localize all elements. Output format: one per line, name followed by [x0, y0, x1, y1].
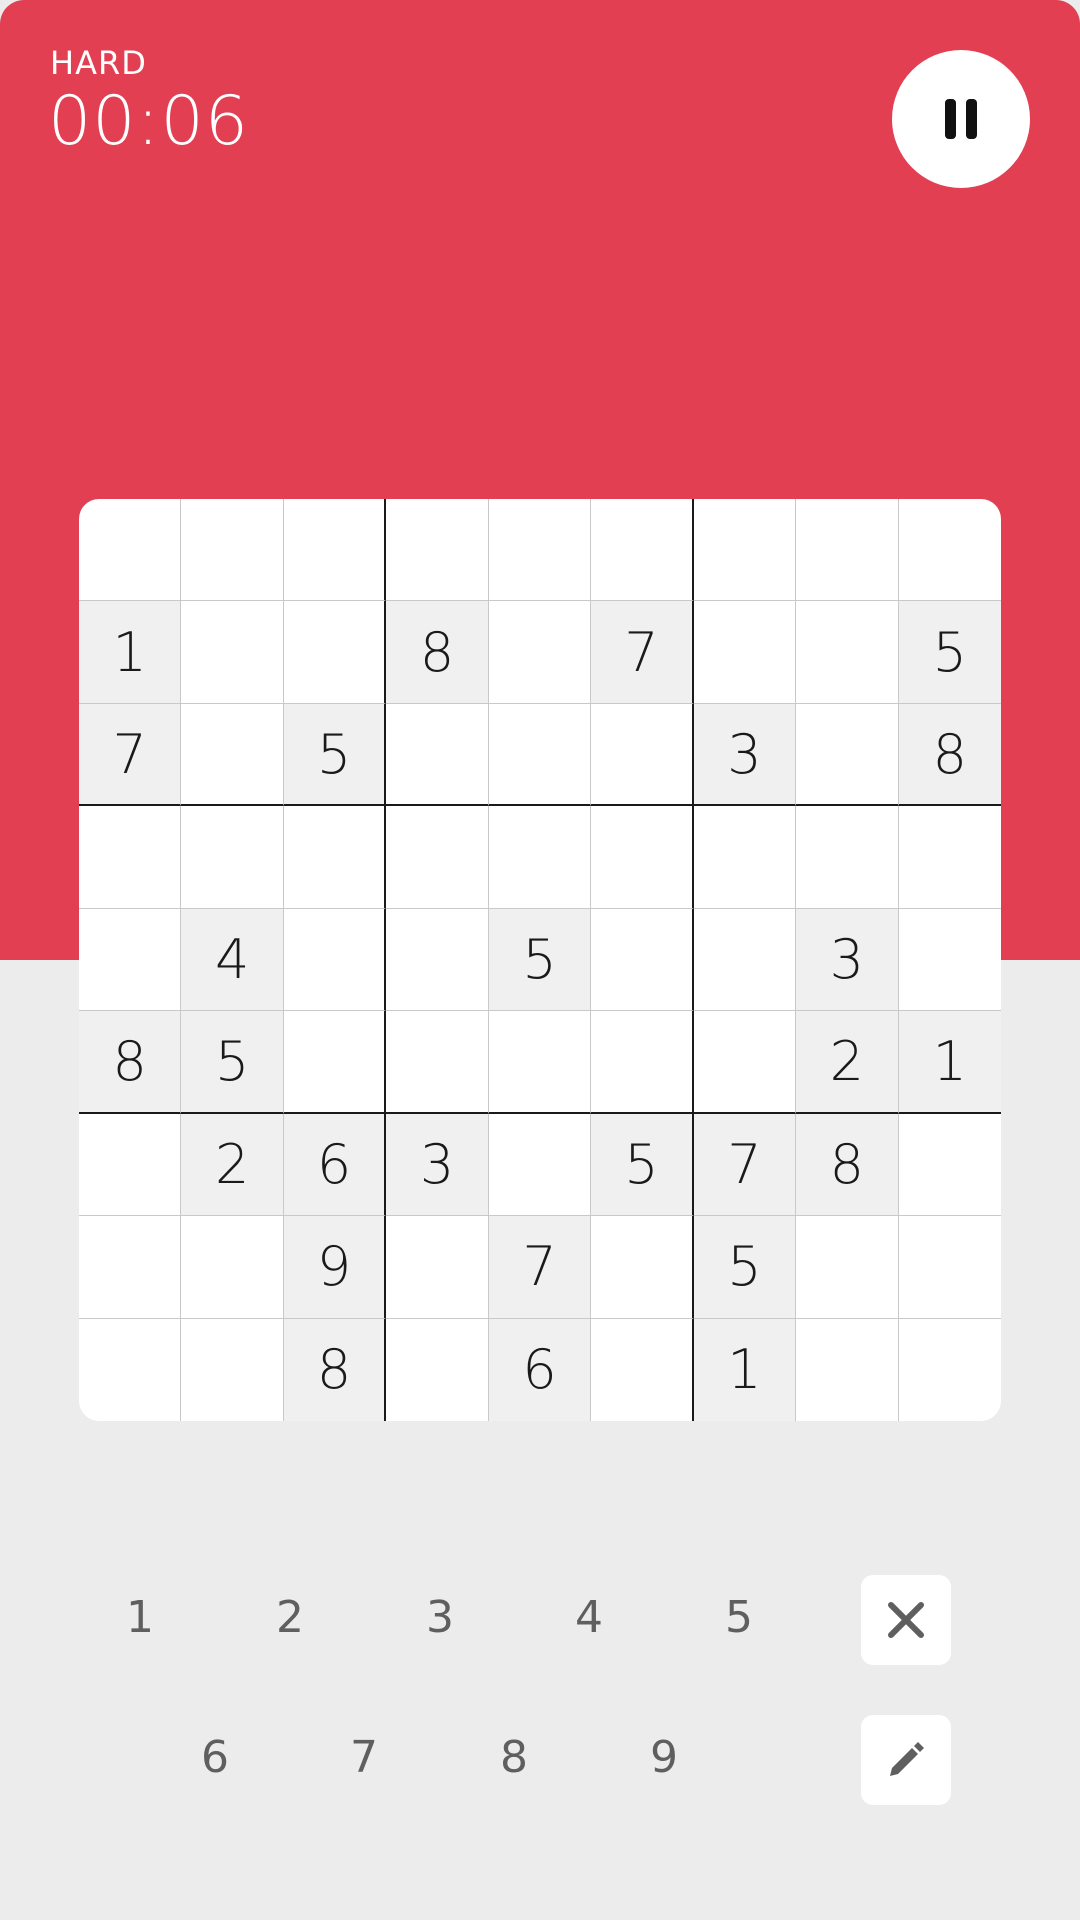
board-cell-r5c5[interactable]: 5	[488, 908, 592, 1012]
board-cell-r7c3[interactable]: 6	[283, 1113, 387, 1217]
difficulty-label: HARD	[50, 44, 147, 82]
board-cell-r9c7[interactable]: 1	[693, 1318, 797, 1421]
board-cell-r1c1[interactable]	[79, 499, 182, 602]
board-cell-r1c3[interactable]	[283, 499, 387, 602]
board-cell-r2c6[interactable]: 7	[591, 601, 694, 704]
board-cell-r5c4[interactable]	[386, 908, 489, 1012]
board-cell-r2c2[interactable]	[181, 601, 284, 704]
pencil-icon	[890, 1742, 924, 1776]
sudoku-board: 187575384538521263578975861	[79, 499, 1001, 1421]
numpad-key-5[interactable]: 5	[694, 1572, 784, 1662]
close-icon	[888, 1602, 924, 1638]
board-cell-r2c4[interactable]: 8	[386, 601, 489, 704]
board-cell-r5c8[interactable]: 3	[796, 908, 899, 1012]
pause-icon	[940, 99, 982, 139]
board-cell-r6c4[interactable]	[386, 1011, 489, 1114]
board-cell-r1c2[interactable]	[181, 499, 284, 602]
numpad-key-4[interactable]: 4	[544, 1572, 634, 1662]
board-cell-r5c1[interactable]	[79, 908, 182, 1012]
board-cell-r7c6[interactable]: 5	[591, 1113, 694, 1217]
numpad-key-1[interactable]: 1	[95, 1572, 185, 1662]
board-cell-r9c6[interactable]	[591, 1318, 694, 1421]
board-cell-r4c5[interactable]	[488, 806, 592, 909]
board-cell-r2c8[interactable]	[796, 601, 899, 704]
board-cell-r6c9[interactable]: 1	[898, 1011, 1001, 1114]
board-cell-r8c6[interactable]	[591, 1216, 694, 1319]
notes-button[interactable]	[861, 1715, 951, 1805]
board-cell-r8c8[interactable]	[796, 1216, 899, 1319]
board-cell-r2c9[interactable]: 5	[898, 601, 1001, 704]
board-cell-r4c9[interactable]	[898, 806, 1001, 909]
board-cell-r5c9[interactable]	[898, 909, 1001, 1012]
board-cell-r1c5[interactable]	[488, 499, 592, 602]
board-cell-r3c1[interactable]: 7	[79, 703, 182, 807]
numpad-key-7[interactable]: 7	[319, 1712, 409, 1802]
board-cell-r3c5[interactable]	[488, 703, 592, 807]
numpad-key-3[interactable]: 3	[395, 1572, 485, 1662]
board-cell-r3c3[interactable]: 5	[283, 703, 387, 807]
board-cell-r1c4[interactable]	[386, 499, 489, 602]
board-cell-r4c6[interactable]	[591, 806, 694, 909]
board-cell-r1c7[interactable]	[693, 499, 797, 602]
numpad-key-9[interactable]: 9	[619, 1712, 709, 1802]
board-cell-r2c1[interactable]: 1	[79, 601, 182, 704]
board-cell-r6c5[interactable]	[488, 1011, 592, 1114]
board-cell-r7c2[interactable]: 2	[181, 1113, 284, 1217]
board-cell-r4c8[interactable]	[796, 806, 899, 909]
game-timer: 00:06	[48, 82, 249, 161]
board-cell-r3c9[interactable]: 8	[898, 703, 1001, 807]
board-cell-r3c4[interactable]	[386, 703, 489, 807]
board-cell-r9c5[interactable]: 6	[488, 1318, 592, 1421]
numpad-key-8[interactable]: 8	[469, 1712, 559, 1802]
board-cell-r6c8[interactable]: 2	[796, 1011, 899, 1114]
board-cell-r9c3[interactable]: 8	[283, 1318, 387, 1421]
board-cell-r8c2[interactable]	[181, 1216, 284, 1319]
board-cell-r3c6[interactable]	[591, 703, 694, 807]
board-cell-r9c8[interactable]	[796, 1318, 899, 1421]
board-cell-r4c1[interactable]	[79, 806, 182, 909]
board-cell-r5c7[interactable]	[693, 908, 797, 1012]
board-cell-r4c2[interactable]	[181, 806, 284, 909]
board-cell-r4c3[interactable]	[283, 806, 387, 909]
board-cell-r2c3[interactable]	[283, 601, 387, 704]
board-cell-r9c2[interactable]	[181, 1318, 284, 1421]
numpad-key-2[interactable]: 2	[245, 1572, 335, 1662]
erase-button[interactable]	[861, 1575, 951, 1665]
pause-button[interactable]	[892, 50, 1030, 188]
board-cell-r6c7[interactable]	[693, 1011, 797, 1114]
board-cell-r8c1[interactable]	[79, 1216, 182, 1319]
board-cell-r4c7[interactable]	[693, 806, 797, 909]
board-cell-r6c6[interactable]	[591, 1011, 694, 1114]
board-cell-r5c2[interactable]: 4	[181, 908, 284, 1012]
board-cell-r9c1[interactable]	[79, 1318, 182, 1421]
board-cell-r1c9[interactable]	[898, 499, 1001, 602]
board-cell-r7c1[interactable]	[79, 1113, 182, 1217]
board-cell-r9c4[interactable]	[386, 1318, 489, 1421]
board-cell-r5c6[interactable]	[591, 908, 694, 1012]
board-cell-r1c6[interactable]	[591, 499, 694, 602]
board-cell-r7c7[interactable]: 7	[693, 1113, 797, 1217]
board-cell-r1c8[interactable]	[796, 499, 899, 602]
board-cell-r8c9[interactable]	[898, 1216, 1001, 1319]
board-cell-r2c5[interactable]	[488, 601, 592, 704]
board-cell-r7c5[interactable]	[488, 1113, 592, 1217]
board-cell-r9c9[interactable]	[899, 1319, 1001, 1421]
board-cell-r7c8[interactable]: 8	[796, 1113, 899, 1217]
board-cell-r3c7[interactable]: 3	[693, 703, 797, 807]
board-cell-r2c7[interactable]	[693, 601, 797, 704]
board-cell-r3c8[interactable]	[796, 703, 899, 807]
board-cell-r8c3[interactable]: 9	[283, 1216, 387, 1319]
board-cell-r4c4[interactable]	[386, 806, 489, 909]
board-cell-r8c7[interactable]: 5	[693, 1216, 797, 1319]
board-cell-r8c4[interactable]	[386, 1216, 489, 1319]
board-cell-r6c1[interactable]: 8	[79, 1011, 182, 1114]
board-cell-r8c5[interactable]: 7	[488, 1216, 592, 1319]
board-cell-r3c2[interactable]	[181, 703, 284, 807]
board-cell-r6c2[interactable]: 5	[181, 1011, 284, 1114]
numpad-key-6[interactable]: 6	[170, 1712, 260, 1802]
board-cell-r7c4[interactable]: 3	[386, 1113, 489, 1217]
board-cell-r5c3[interactable]	[283, 908, 387, 1012]
board-cell-r6c3[interactable]	[283, 1011, 387, 1114]
board-cell-r7c9[interactable]	[898, 1114, 1001, 1217]
